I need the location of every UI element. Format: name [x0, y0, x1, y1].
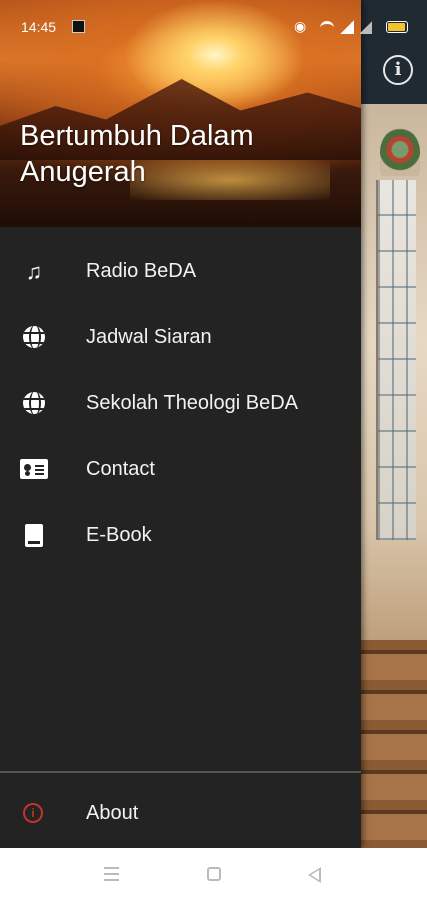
status-icons: ◉ — [294, 18, 414, 36]
info-icon[interactable]: i — [383, 55, 413, 85]
menu-item-label: E-Book — [86, 524, 152, 546]
globe-icon — [20, 326, 48, 350]
drawer-divider — [0, 771, 361, 773]
church-pews-image — [361, 640, 427, 848]
drawer-title: Bertumbuh Dalam Anugerah — [20, 120, 254, 188]
contact-card-icon — [20, 458, 48, 482]
menu-item-about[interactable]: i About — [0, 786, 361, 846]
home-icon[interactable] — [207, 867, 221, 881]
menu-item-ebook[interactable]: E-Book — [0, 502, 361, 568]
signal-icon — [340, 20, 354, 34]
wifi-icon — [320, 21, 334, 36]
back-icon[interactable] — [308, 867, 321, 883]
battery-icon — [386, 21, 408, 33]
stained-window-image — [376, 180, 416, 540]
eye-comfort-icon: ◉ — [294, 18, 307, 34]
system-navigation-bar — [0, 848, 427, 900]
notification-icon — [72, 20, 85, 33]
drawer-menu: ♫ Radio BeDA Jadwal Siaran Sekolah Theol… — [0, 238, 361, 568]
navigation-drawer: Bertumbuh Dalam Anugerah 14:45 ♫ Radio B… — [0, 0, 361, 848]
menu-icon[interactable] — [104, 867, 119, 881]
menu-item-label: Radio BeDA — [86, 260, 197, 282]
music-note-icon: ♫ — [25, 259, 43, 284]
menu-item-sekolah-theologi[interactable]: Sekolah Theologi BeDA — [0, 370, 361, 436]
status-time: 14:45 — [21, 19, 57, 35]
menu-item-jadwal-siaran[interactable]: Jadwal Siaran — [0, 304, 361, 370]
globe-icon — [20, 392, 48, 416]
rose-window-image — [380, 128, 420, 176]
menu-item-contact[interactable]: Contact — [0, 436, 361, 502]
menu-item-label: Sekolah Theologi BeDA — [86, 392, 298, 414]
info-icon: i — [23, 803, 43, 823]
menu-item-radio-beda[interactable]: ♫ Radio BeDA — [0, 238, 361, 304]
book-icon — [20, 524, 48, 548]
menu-item-label: About — [86, 802, 139, 824]
menu-item-label: Contact — [86, 458, 155, 480]
signal-secondary-icon — [360, 20, 372, 34]
menu-item-label: Jadwal Siaran — [86, 326, 212, 348]
